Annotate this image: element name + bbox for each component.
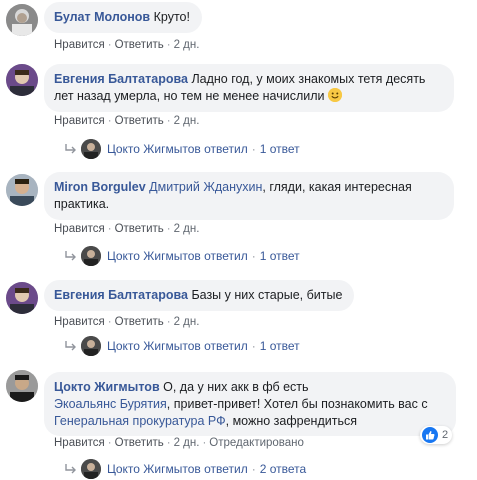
separator: · [107, 39, 112, 51]
comment-text: Круто! [153, 10, 190, 24]
reply-link[interactable]: Ответить [115, 115, 164, 127]
separator: · [107, 223, 112, 235]
comment-actions: Нравится · Ответить · 2 дн. · Отредактировано [54, 436, 304, 450]
replies-link[interactable]: Цокто Жигмытов ответил · 1 ответ [64, 246, 300, 266]
reply-count[interactable]: 1 ответ [260, 142, 300, 156]
like-link[interactable]: Нравится [54, 39, 105, 51]
comment-bubble: Цокто Жигмытов О, да у них акк в фб есть… [44, 372, 456, 436]
separator: · [166, 115, 171, 127]
comment-author[interactable]: Булат Молонов [54, 10, 150, 24]
like-icon [422, 427, 438, 443]
smile-emoji-icon [328, 88, 343, 102]
like-link[interactable]: Нравится [54, 316, 105, 328]
comment-author[interactable]: Miron Borgulev [54, 180, 146, 194]
reply-count[interactable]: 1 ответ [260, 339, 300, 353]
separator: · [107, 437, 112, 449]
reply-avatar [81, 336, 101, 356]
timestamp[interactable]: 2 дн. [174, 223, 200, 235]
reply-author[interactable]: Цокто Жигмытов ответил [107, 142, 248, 156]
comment-bubble: Евгения Балтатарова Базы у них старые, б… [44, 280, 355, 311]
comment-bubble: Miron Borgulev Дмитрий Жданухин, гляди, … [44, 172, 454, 220]
separator: · [251, 462, 256, 476]
comment-text: Ладно год, у моих знакомых тетя десять [191, 72, 426, 86]
comment-text: , гляди, какая интересная [262, 180, 412, 194]
replies-link[interactable]: Цокто Жигмытов ответил · 1 ответ [64, 139, 300, 159]
reply-count[interactable]: 1 ответ [260, 249, 300, 263]
avatar[interactable] [6, 370, 38, 402]
comment-text: лет назад умерла, но тем не менее начисл… [54, 89, 325, 103]
comment-author[interactable]: Евгения Балтатарова [54, 288, 188, 302]
separator: · [107, 115, 112, 127]
comment-actions: Нравится · Ответить · 2 дн. [54, 38, 199, 52]
edited-label[interactable]: Отредактировано [209, 437, 304, 449]
replies-link[interactable]: Цокто Жигмытов ответил · 1 ответ [64, 336, 300, 356]
reply-arrow-icon [65, 341, 76, 351]
like-link[interactable]: Нравится [54, 437, 105, 449]
comment-text: , можно зафрендиться [225, 414, 357, 428]
reply-avatar [81, 459, 101, 479]
timestamp[interactable]: 2 дн. [174, 316, 200, 328]
comment-actions: Нравится · Ответить · 2 дн. [54, 222, 199, 236]
separator: · [107, 316, 112, 328]
separator: · [202, 437, 207, 449]
avatar[interactable] [6, 64, 38, 96]
timestamp[interactable]: 2 дн. [174, 39, 200, 51]
reaction-count: 2 [442, 429, 449, 441]
avatar[interactable] [6, 282, 38, 314]
comment-text: , привет-привет! Хотел бы познакомить ва… [166, 397, 428, 411]
reply-link[interactable]: Ответить [115, 39, 164, 51]
comment-text: Базы у них старые, битые [191, 288, 343, 302]
comment-text: практика. [54, 197, 110, 211]
comment-actions: Нравится · Ответить · 2 дн. [54, 114, 199, 128]
comment-text: О, да у них акк в фб есть [163, 380, 309, 394]
separator: · [251, 142, 256, 156]
separator: · [166, 223, 171, 235]
reaction-badge[interactable]: 2 [420, 426, 453, 444]
reply-count[interactable]: 2 ответа [260, 462, 306, 476]
separator: · [166, 437, 171, 449]
reply-arrow-icon [65, 144, 76, 154]
timestamp[interactable]: 2 дн. [174, 115, 200, 127]
timestamp[interactable]: 2 дн. [174, 437, 200, 449]
replies-link[interactable]: Цокто Жигмытов ответил · 2 ответа [64, 459, 306, 479]
reply-arrow-icon [65, 464, 76, 474]
reply-arrow-icon [65, 251, 76, 261]
like-link[interactable]: Нравится [54, 115, 105, 127]
separator: · [166, 316, 171, 328]
comment-bubble: Евгения Балтатарова Ладно год, у моих зн… [44, 64, 454, 112]
comment-bubble: Булат Молонов Круто! [44, 2, 202, 33]
comment-actions: Нравится · Ответить · 2 дн. [54, 315, 199, 329]
reply-link[interactable]: Ответить [115, 437, 164, 449]
reply-author[interactable]: Цокто Жигмытов ответил [107, 249, 248, 263]
comment-author[interactable]: Цокто Жигмытов [54, 380, 160, 394]
separator: · [251, 339, 256, 353]
like-link[interactable]: Нравится [54, 223, 105, 235]
reply-avatar [81, 139, 101, 159]
mention-link[interactable]: Экоальянс Бурятия [54, 397, 167, 411]
reply-link[interactable]: Ответить [115, 223, 164, 235]
separator: · [166, 39, 171, 51]
reply-link[interactable]: Ответить [115, 316, 164, 328]
avatar[interactable] [6, 174, 38, 206]
avatar[interactable] [6, 4, 38, 36]
reply-author[interactable]: Цокто Жигмытов ответил [107, 462, 248, 476]
separator: · [251, 249, 256, 263]
comment-author[interactable]: Евгения Балтатарова [54, 72, 188, 86]
reply-author[interactable]: Цокто Жигмытов ответил [107, 339, 248, 353]
mention-link[interactable]: Дмитрий Жданухин [149, 180, 262, 194]
reply-avatar [81, 246, 101, 266]
mention-link[interactable]: Генеральная прокуратура РФ [54, 414, 226, 428]
